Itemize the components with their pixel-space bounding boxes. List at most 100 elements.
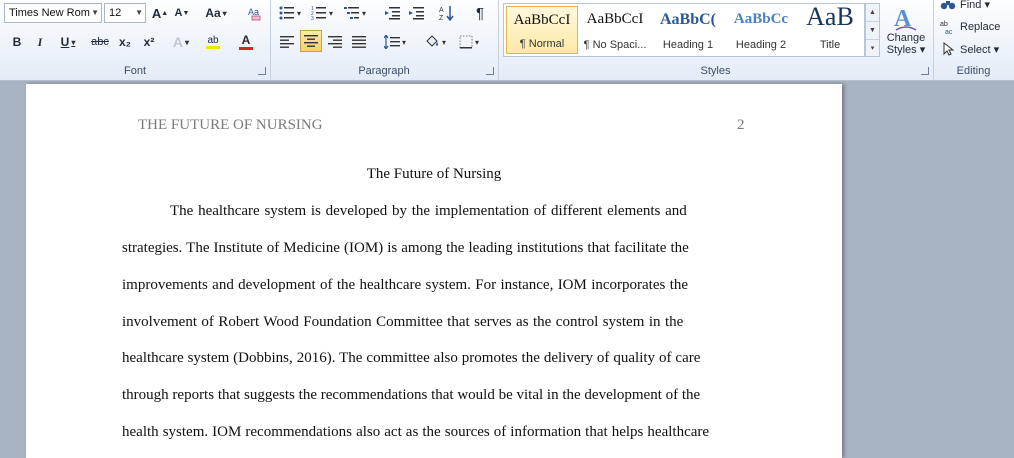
change-case-button[interactable]: Aa ▾ xyxy=(202,3,230,23)
dialog-launcher-icon[interactable] xyxy=(486,67,494,75)
font-size-combo[interactable]: 12 ▼ xyxy=(104,3,146,23)
font-size-value: 12 xyxy=(109,7,122,19)
body-text-line: improvements and development of the heal… xyxy=(122,277,689,293)
align-right-icon xyxy=(328,36,342,48)
chevron-down-icon: ▾ xyxy=(185,37,190,47)
cursor-icon xyxy=(943,42,955,56)
scroll-up-icon[interactable]: ▲ xyxy=(866,4,879,22)
style-sample: AaBbCcI xyxy=(513,12,571,28)
clear-formatting-button[interactable]: Aa xyxy=(244,3,264,23)
line-spacing-icon xyxy=(383,35,400,49)
svg-text:3: 3 xyxy=(311,16,314,20)
chevron-down-icon: ▾ xyxy=(222,8,227,18)
style-name: Title xyxy=(819,39,841,51)
styles-gallery: AaBbCcI ¶ Normal AaBbCcI ¶ No Spaci... A… xyxy=(503,2,865,57)
font-group-label: Font xyxy=(123,65,146,77)
chevron-down-icon: ▾ xyxy=(441,37,446,47)
style-title[interactable]: AaB Title xyxy=(798,2,862,54)
bullets-icon xyxy=(279,6,294,20)
strikethrough-button[interactable]: abc xyxy=(88,32,112,52)
highlight-color-swatch xyxy=(206,46,220,49)
scroll-down-icon[interactable]: ▼ xyxy=(866,22,879,40)
change-styles-line1: Change xyxy=(886,32,926,44)
svg-text:ab: ab xyxy=(940,21,948,28)
chevron-down-icon[interactable]: ▼ xyxy=(91,4,99,22)
find-button[interactable]: Find ▾ xyxy=(939,0,1009,14)
decrease-indent-button[interactable] xyxy=(382,3,402,23)
font-group: Times New Rom ▼ 12 ▼ A ▲ A ▼ Aa ▾ Aa B I U ▾… xyxy=(0,0,271,80)
chevron-down-icon: ▾ xyxy=(474,37,479,47)
style-name: ¶ Normal xyxy=(519,38,565,50)
borders-icon xyxy=(459,35,473,49)
style-heading-2[interactable]: AaBbCc Heading 2 xyxy=(725,6,797,54)
decrease-indent-icon xyxy=(385,7,400,20)
style-name: ¶ No Spaci... xyxy=(583,39,647,51)
svg-text:Aa: Aa xyxy=(248,7,259,17)
ribbon: Times New Rom ▼ 12 ▼ A ▲ A ▼ Aa ▾ Aa B I U ▾… xyxy=(0,0,1014,81)
bullets-button[interactable]: ▾ xyxy=(276,3,304,23)
body-text-line: strategies. The Institute of Medicine (I… xyxy=(122,240,689,256)
font-color-swatch xyxy=(239,47,253,50)
replace-icon: abac xyxy=(940,21,953,34)
superscript-button[interactable]: x² xyxy=(138,32,160,52)
styles-gallery-scroll[interactable]: ▲ ▼ ▾ xyxy=(865,3,880,57)
font-color-button[interactable]: A xyxy=(232,32,260,52)
grow-font-button[interactable]: A ▲ xyxy=(150,3,170,23)
highlight-button[interactable]: ab xyxy=(200,32,226,52)
italic-button[interactable]: I xyxy=(31,32,49,52)
body-text-line: involvement of Robert Wood Foundation Co… xyxy=(122,314,684,330)
font-name-value: Times New Rom xyxy=(9,7,90,19)
justify-button[interactable] xyxy=(348,32,370,52)
document-title: The Future of Nursing xyxy=(366,166,502,182)
change-styles-icon: A xyxy=(894,6,917,32)
style-no-spacing[interactable]: AaBbCcI ¶ No Spaci... xyxy=(579,6,651,54)
style-name: Heading 1 xyxy=(662,39,714,51)
show-marks-button[interactable]: ¶ xyxy=(470,3,490,23)
body-text-line: healthcare system (Dobbins, 2016). The c… xyxy=(122,350,701,366)
line-spacing-button[interactable]: ▾ xyxy=(380,32,410,52)
multilevel-list-button[interactable]: ▾ xyxy=(340,3,370,23)
bold-button[interactable]: B xyxy=(8,32,26,52)
select-button[interactable]: Select ▾ xyxy=(939,39,1011,59)
align-center-icon xyxy=(304,35,318,47)
style-sample: AaB xyxy=(806,2,854,31)
underline-button[interactable]: U ▾ xyxy=(55,32,81,52)
chevron-down-icon: ▾ xyxy=(328,8,333,18)
editing-group: Find ▾ ab ac Replace Select ▾ Editing xyxy=(933,0,1014,80)
align-right-button[interactable] xyxy=(324,32,346,52)
dialog-launcher-icon[interactable] xyxy=(921,67,929,75)
shading-button[interactable]: ▾ xyxy=(420,32,450,52)
align-center-button[interactable] xyxy=(300,30,322,52)
replace-button[interactable]: ab ac Replace xyxy=(939,17,1011,37)
shrink-font-button[interactable]: A ▼ xyxy=(172,3,192,23)
style-normal[interactable]: AaBbCcI ¶ Normal xyxy=(506,6,578,54)
body-text-line: through reports that suggests the recomm… xyxy=(122,387,701,403)
document-page[interactable]: THE FUTURE OF NURSING 2 The Future of Nu… xyxy=(26,84,842,458)
align-left-button[interactable] xyxy=(276,32,298,52)
chevron-down-icon[interactable]: ▼ xyxy=(135,4,143,22)
body-text-line: The healthcare system is developed by th… xyxy=(170,203,687,219)
style-heading-1[interactable]: AaBbC( Heading 1 xyxy=(652,6,724,54)
caret-up-icon: ▲ xyxy=(161,9,169,17)
numbering-icon: 123 xyxy=(311,6,326,20)
subscript-button[interactable]: x₂ xyxy=(114,32,136,52)
chevron-down-icon: ▾ xyxy=(71,37,76,47)
running-header: THE FUTURE OF NURSING xyxy=(138,117,323,133)
body-text-line: health system. IOM recommendations also … xyxy=(122,424,710,440)
borders-button[interactable]: ▾ xyxy=(454,32,484,52)
svg-text:ac: ac xyxy=(945,29,953,34)
change-styles-button[interactable]: A Change Styles ▾ xyxy=(882,0,930,60)
font-name-combo[interactable]: Times New Rom ▼ xyxy=(4,3,102,23)
gallery-more-icon[interactable]: ▾ xyxy=(866,40,879,57)
numbering-button[interactable]: 123 ▾ xyxy=(308,3,336,23)
dialog-launcher-icon[interactable] xyxy=(258,67,266,75)
svg-text:Z: Z xyxy=(439,15,444,21)
sort-button[interactable]: AZ xyxy=(436,3,458,23)
text-effects-button[interactable]: A ▾ xyxy=(168,32,194,52)
binoculars-icon xyxy=(940,1,956,10)
style-name: Heading 2 xyxy=(735,39,787,51)
increase-indent-button[interactable] xyxy=(406,3,426,23)
paragraph-group-label: Paragraph xyxy=(358,65,410,77)
page-number: 2 xyxy=(737,117,745,133)
style-sample: AaBbCc xyxy=(733,11,789,27)
